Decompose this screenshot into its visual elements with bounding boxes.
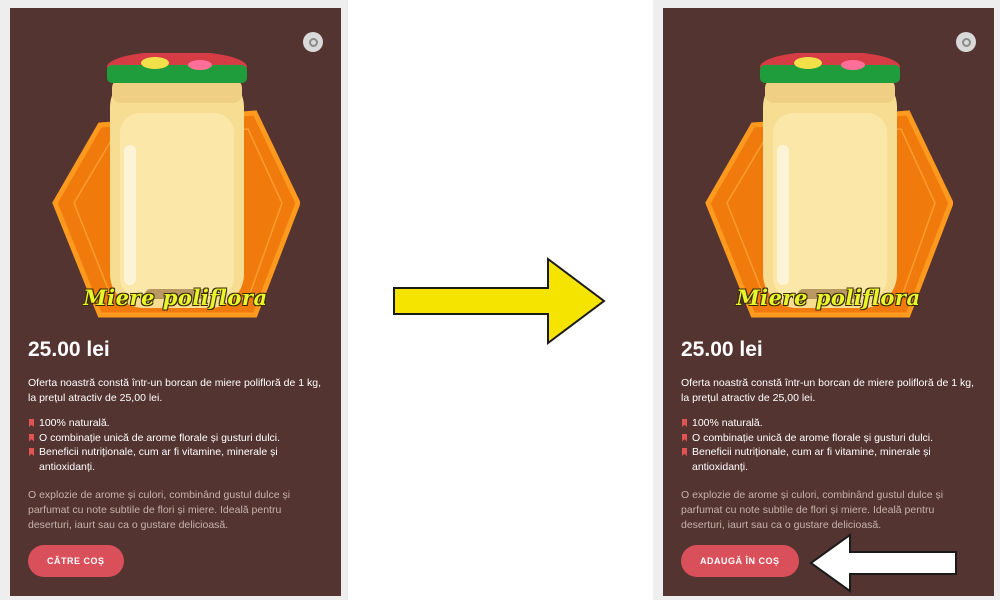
zoom-icon[interactable] bbox=[303, 32, 323, 52]
feature-text: Beneficii nutriționale, cum ar fi vitami… bbox=[692, 446, 931, 473]
product-price: 25.00 lei bbox=[681, 338, 763, 361]
add-to-cart-button[interactable]: ADAUGĂ ÎN COȘ bbox=[681, 545, 799, 577]
product-price: 25.00 lei bbox=[28, 338, 110, 361]
product-description: Oferta noastră constă într-un borcan de … bbox=[28, 377, 321, 404]
product-description: Oferta noastră constă într-un borcan de … bbox=[681, 377, 974, 404]
product-note: O explozie de arome și culori, combinând… bbox=[681, 489, 944, 531]
product-card-before: Miere poliflora 25.00 lei Oferta noastră… bbox=[10, 8, 341, 596]
bookmark-icon bbox=[682, 448, 687, 456]
feature-text: O combinație unică de arome florale și g… bbox=[39, 431, 281, 444]
product-image-label: Miere poliflora bbox=[736, 285, 921, 310]
feature-text: 100% naturală. bbox=[692, 417, 763, 429]
feature-text: O combinație unică de arome florale și g… bbox=[692, 431, 934, 444]
bookmark-icon bbox=[682, 419, 687, 427]
product-image-label: Miere poliflora bbox=[83, 285, 268, 310]
list-item: 100% naturală. bbox=[681, 416, 976, 431]
zoom-icon[interactable] bbox=[956, 32, 976, 52]
list-item: O combinație unică de arome florale și g… bbox=[681, 431, 976, 446]
arrow-right-icon bbox=[393, 257, 606, 345]
bookmark-icon bbox=[29, 419, 34, 427]
go-to-cart-button[interactable]: CĂTRE COȘ bbox=[28, 545, 124, 577]
arrow-left-icon bbox=[809, 533, 957, 593]
feature-text: 100% naturală. bbox=[39, 417, 110, 429]
feature-list: 100% naturală. O combinație unică de aro… bbox=[681, 416, 976, 474]
list-item: O combinație unică de arome florale și g… bbox=[28, 431, 323, 446]
product-card-after: Miere poliflora 25.00 lei Oferta noastră… bbox=[663, 8, 994, 596]
bookmark-icon bbox=[29, 448, 34, 456]
list-item: 100% naturală. bbox=[28, 416, 323, 431]
list-item: Beneficii nutriționale, cum ar fi vitami… bbox=[681, 445, 976, 474]
bookmark-icon bbox=[29, 433, 34, 442]
feature-text: Beneficii nutriționale, cum ar fi vitami… bbox=[39, 446, 278, 473]
list-item: Beneficii nutriționale, cum ar fi vitami… bbox=[28, 445, 323, 474]
product-note: O explozie de arome și culori, combinând… bbox=[28, 489, 291, 531]
feature-list: 100% naturală. O combinație unică de aro… bbox=[28, 416, 323, 474]
bookmark-icon bbox=[682, 433, 687, 442]
